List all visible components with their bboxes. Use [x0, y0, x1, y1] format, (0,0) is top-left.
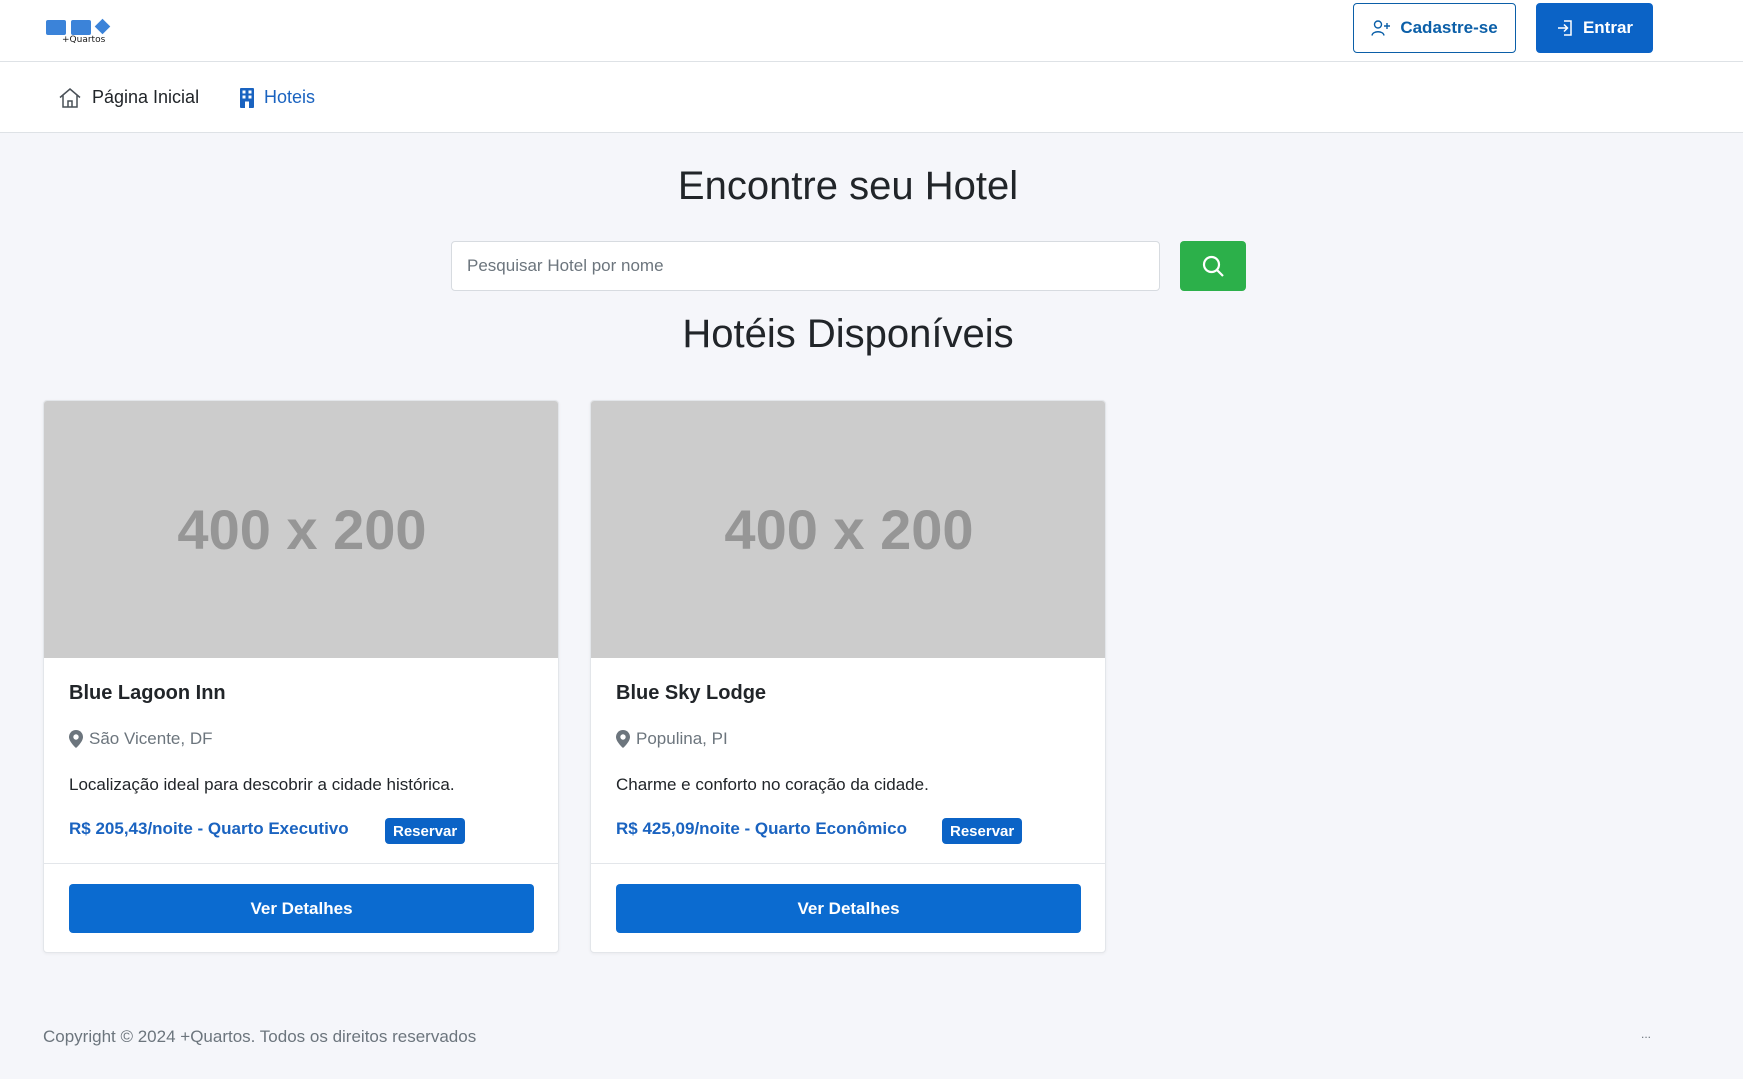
login-label: Entrar [1582, 18, 1634, 37]
logo-square-1 [46, 20, 66, 35]
top-header: +Quartos Cadastre-se Entrar [0, 0, 1743, 62]
map-pin-icon [616, 730, 630, 748]
hotel-card: 400 x 200 Blue Lagoon Inn São Vicente, D… [43, 400, 559, 953]
card-divider [44, 863, 558, 864]
details-button[interactable]: Ver Detalhes [616, 884, 1081, 933]
page-title: Encontre seu Hotel [677, 164, 1019, 208]
nav-item-hotels[interactable]: Hoteis [240, 62, 315, 133]
footer-extra: ... [1641, 1027, 1652, 1041]
hotel-card: 400 x 200 Blue Sky Lodge Populina, PI Ch… [590, 400, 1106, 953]
logo-text: +Quartos [62, 35, 106, 45]
hotel-location: Populina, PI [616, 729, 728, 749]
hotel-location-text: Populina, PI [636, 729, 728, 748]
hotel-image-placeholder: 400 x 200 [591, 401, 1105, 658]
card-divider [591, 863, 1105, 864]
search-input[interactable] [451, 241, 1160, 291]
hotel-name: Blue Sky Lodge [616, 682, 767, 704]
hotel-location: São Vicente, DF [69, 729, 212, 749]
register-button[interactable]: Cadastre-se [1353, 3, 1516, 53]
search-button[interactable] [1180, 241, 1246, 291]
footer-copyright: Copyright © 2024 +Quartos. Todos os dire… [43, 1027, 477, 1046]
building-icon [240, 87, 254, 108]
hotel-name: Blue Lagoon Inn [69, 682, 226, 704]
map-pin-icon [69, 730, 83, 748]
hotel-description: Localização ideal para descobrir a cidad… [69, 775, 455, 794]
hotel-description: Charme e conforto no coração da cidade. [616, 775, 929, 794]
section-title: Hotéis Disponíveis [682, 312, 1014, 356]
details-button[interactable]: Ver Detalhes [69, 884, 534, 933]
logo-square-2 [71, 20, 91, 35]
main-nav: Página Inicial Hoteis [0, 62, 1743, 133]
nav-home-label: Página Inicial [92, 87, 200, 107]
user-plus-icon [1371, 20, 1391, 36]
logo-diamond [94, 18, 111, 35]
register-label: Cadastre-se [1400, 18, 1498, 37]
hotel-price: R$ 205,43/noite - Quarto Executivo [69, 819, 349, 838]
hotel-image-placeholder: 400 x 200 [44, 401, 558, 658]
hotel-price: R$ 425,09/noite - Quarto Econômico [616, 819, 907, 838]
nav-item-home[interactable]: Página Inicial [58, 62, 199, 133]
nav-hotels-label: Hoteis [264, 87, 316, 107]
login-button[interactable]: Entrar [1536, 3, 1653, 53]
reserve-badge[interactable]: Reservar [385, 818, 466, 844]
reserve-badge[interactable]: Reservar [942, 818, 1023, 844]
home-icon [59, 87, 81, 108]
search-icon [1202, 255, 1224, 277]
hotel-location-text: São Vicente, DF [89, 729, 213, 748]
login-icon [1557, 20, 1572, 36]
logo[interactable]: +Quartos [46, 18, 116, 48]
